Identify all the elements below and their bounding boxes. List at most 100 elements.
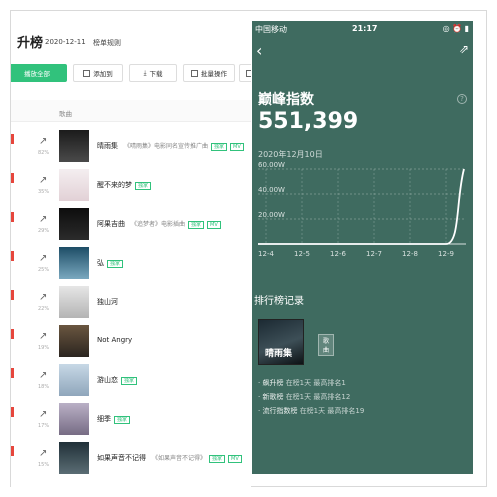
song-row[interactable]: ↗ 19% Not Angry bbox=[11, 323, 251, 361]
chart-date: 2020-12-11 bbox=[45, 38, 86, 46]
rank-record-item: · 新歌榜 在榜1天 最高排名12 bbox=[258, 392, 350, 402]
x-tick-label: 12-4 bbox=[258, 250, 274, 258]
rise-percent: 29% bbox=[38, 228, 50, 234]
x-tick-label: 12-5 bbox=[294, 250, 310, 258]
trend-up-icon: ↗ bbox=[39, 214, 48, 225]
record-detail: 在榜1天 最高排名19 bbox=[299, 407, 365, 415]
song-cover bbox=[59, 169, 89, 201]
share-icon[interactable]: ⇗ bbox=[459, 42, 469, 56]
nav-bar: ‹ ⇗ bbox=[252, 37, 473, 67]
song-cover bbox=[59, 442, 89, 474]
song-cover bbox=[59, 247, 89, 279]
rank-marker bbox=[11, 446, 14, 456]
mobile-detail-panel: 中国移动 21:17 ◎ ⏰ ▮ ‹ ⇗ 巅峰指数 ? 551,399 2020… bbox=[252, 21, 473, 474]
song-title[interactable]: Not Angry bbox=[97, 336, 132, 344]
add-to-button[interactable]: 添加到 bbox=[73, 64, 123, 82]
song-title[interactable]: 细季 独家 bbox=[97, 414, 131, 424]
song-title[interactable]: 晴雨集 《晴雨集》电影同名宣传推广曲 独家 MV bbox=[97, 141, 244, 151]
genre-badge: 歌曲 bbox=[318, 334, 335, 356]
song-cover bbox=[59, 286, 89, 318]
rank-marker bbox=[11, 134, 14, 144]
rise-percent: 18% bbox=[38, 384, 50, 390]
x-tick-label: 12-7 bbox=[366, 250, 382, 258]
song-row[interactable]: ↗ 17% 细季 独家 bbox=[11, 401, 251, 439]
song-title[interactable]: 独山河 bbox=[97, 297, 118, 307]
song-tag: 独家 bbox=[209, 455, 226, 463]
rise-percent: 35% bbox=[38, 189, 50, 195]
x-tick-label: 12-6 bbox=[330, 250, 346, 258]
song-row[interactable]: ↗ 25% 弘独家 bbox=[11, 245, 251, 283]
rise-percent: 15% bbox=[38, 462, 50, 468]
chart-date-label: 2020年12月10日 bbox=[258, 150, 323, 159]
batch-button[interactable]: 批量操作 bbox=[183, 64, 235, 82]
rank-marker bbox=[11, 368, 14, 378]
song-description: 《晴雨集》电影同名宣传推广曲 bbox=[124, 143, 209, 150]
song-row[interactable]: ↗ 18% 游山恋 独家 bbox=[11, 362, 251, 400]
more-button[interactable] bbox=[239, 64, 251, 82]
record-name: · 飙升榜 bbox=[258, 379, 286, 387]
song-tag: 独家 bbox=[188, 221, 205, 229]
song-tag: 独家 bbox=[121, 377, 138, 385]
rank-marker bbox=[11, 251, 14, 261]
peak-index-label: 巅峰指数 bbox=[258, 92, 314, 108]
song-cover bbox=[59, 364, 89, 396]
rise-percent: 82% bbox=[38, 150, 50, 156]
song-row[interactable]: ↗ 29% 阿果吉曲 《追梦者》电影插曲 独家 MV bbox=[11, 206, 251, 244]
song-row[interactable]: ↗ 15% 如果声音不记得 《如果声音不记得》 独家 MV bbox=[11, 440, 251, 478]
song-title[interactable]: 弘独家 bbox=[97, 258, 124, 268]
back-icon[interactable]: ‹ bbox=[256, 41, 262, 60]
status-icons: ◎ ⏰ ▮ bbox=[442, 24, 469, 33]
rank-record-item: · 流行指数榜 在榜1天 最高排名19 bbox=[258, 406, 364, 416]
song-description: 《如果声音不记得》 bbox=[152, 455, 207, 462]
song-card[interactable]: 晴雨集 歌曲 bbox=[258, 319, 335, 365]
song-row[interactable]: ↗ 82% 晴雨集 《晴雨集》电影同名宣传推广曲 独家 MV bbox=[11, 128, 251, 166]
leaderboard-panel: 升榜 2020-12-11 榜单规则 播放全部 添加到 ⤓ 下载 批量操作 歌曲 … bbox=[11, 12, 251, 487]
rank-record-item: · 飙升榜 在榜1天 最高排名1 bbox=[258, 378, 346, 388]
song-tag: 独家 bbox=[135, 182, 152, 190]
page-title: 升榜 bbox=[17, 36, 44, 51]
record-detail: 在榜1天 最高排名1 bbox=[285, 379, 346, 387]
song-title[interactable]: 如果声音不记得 《如果声音不记得》 独家 MV bbox=[97, 453, 242, 463]
song-row[interactable]: ↗ 22% 独山河 bbox=[11, 284, 251, 322]
trend-up-icon: ↗ bbox=[39, 409, 48, 420]
rank-marker bbox=[11, 290, 14, 300]
rank-marker bbox=[11, 329, 14, 339]
carrier-label: 中国移动 bbox=[255, 25, 287, 34]
x-tick-label: 12-9 bbox=[438, 250, 454, 258]
plus-icon bbox=[83, 69, 91, 77]
song-title[interactable]: 阿果吉曲 《追梦者》电影插曲 独家 MV bbox=[97, 219, 221, 229]
download-icon: ⤓ bbox=[143, 68, 147, 77]
record-name: · 新歌榜 bbox=[258, 393, 286, 401]
rank-record-heading: 排行榜记录 bbox=[254, 296, 304, 307]
y-tick-label: 40.00W bbox=[258, 186, 285, 194]
song-row[interactable]: ↗ 35% 醒不来的梦 独家 bbox=[11, 167, 251, 205]
song-title[interactable]: 醒不来的梦 独家 bbox=[97, 180, 152, 190]
rank-marker bbox=[11, 173, 14, 183]
song-tag: MV bbox=[207, 221, 221, 229]
toolbar: 播放全部 添加到 ⤓ 下载 批量操作 bbox=[11, 64, 251, 84]
help-icon[interactable]: ? bbox=[457, 94, 467, 104]
trend-up-icon: ↗ bbox=[39, 253, 48, 264]
trend-up-icon: ↗ bbox=[39, 292, 48, 303]
play-all-button[interactable]: 播放全部 bbox=[11, 64, 67, 82]
song-tag: 独家 bbox=[211, 143, 228, 151]
song-tag: MV bbox=[230, 143, 244, 151]
download-button[interactable]: ⤓ 下载 bbox=[129, 64, 177, 82]
song-tag: MV bbox=[228, 455, 242, 463]
y-tick-label: 20.00W bbox=[258, 211, 285, 219]
album-cover: 晴雨集 bbox=[258, 319, 304, 365]
peak-index-value: 551,399 bbox=[258, 109, 359, 134]
clock: 21:17 bbox=[352, 24, 378, 33]
rule-link[interactable]: 榜单规则 bbox=[93, 38, 121, 48]
x-tick-label: 12-8 bbox=[402, 250, 418, 258]
rank-marker bbox=[11, 407, 14, 417]
more-icon bbox=[245, 69, 251, 77]
series-line bbox=[258, 168, 465, 245]
song-tag: 独家 bbox=[114, 416, 131, 424]
rise-percent: 22% bbox=[38, 306, 50, 312]
trend-up-icon: ↗ bbox=[39, 136, 48, 147]
trend-up-icon: ↗ bbox=[39, 448, 48, 459]
song-title[interactable]: 游山恋 独家 bbox=[97, 375, 138, 385]
song-cover bbox=[59, 403, 89, 435]
y-tick-label: 60.00W bbox=[258, 161, 285, 169]
